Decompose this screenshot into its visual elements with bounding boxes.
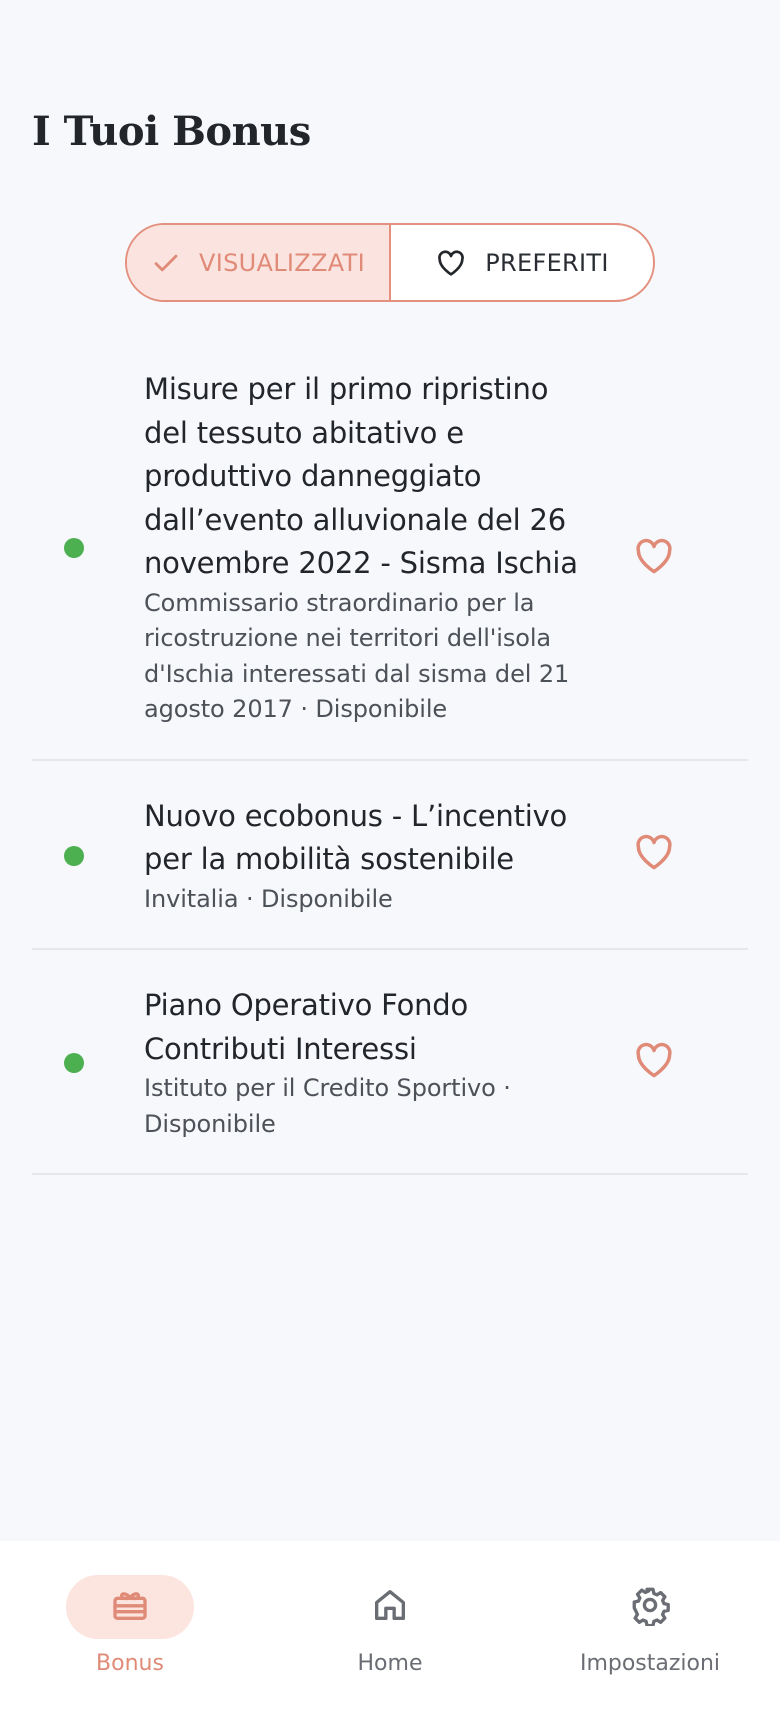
app-screen: I Tuoi Bonus VISUALIZZATI PREFERITI Misu… [0,0,780,1733]
heart-icon [632,830,676,878]
nav-home[interactable]: Home [260,1541,520,1733]
item-title: Piano Operativo Fondo Contributi Interes… [144,988,469,1066]
heart-icon [632,1038,676,1086]
view-toggle: VISUALIZZATI PREFERITI [125,223,655,302]
gift-icon [110,1585,150,1629]
item-subtitle: Commissario straordinario per la ricostr… [144,588,570,724]
page-title: I Tuoi Bonus [32,108,311,155]
item-subtitle: Invitalia · Disponibile [144,884,393,913]
nav-impostazioni[interactable]: Impostazioni [520,1541,780,1733]
favorite-button[interactable] [632,536,676,580]
tab-visualizzati-label: VISUALIZZATI [199,248,365,277]
tab-visualizzati[interactable]: VISUALIZZATI [127,225,391,300]
status-dot [64,1053,84,1073]
nav-impostazioni-label: Impostazioni [579,1651,721,1676]
nav-indicator [326,1575,454,1639]
bottom-navigation: Bonus Home Impostazioni [0,1541,780,1733]
status-dot [64,845,84,866]
nav-indicator [586,1575,714,1639]
nav-home-label: Home [357,1651,423,1676]
item-title: Nuovo ecobonus - L’incentivo per la mobi… [144,798,568,877]
bonus-list: Misure per il primo ripristino del tessu… [32,358,748,1175]
heart-outline-icon [435,247,467,279]
nav-bonus[interactable]: Bonus [0,1541,260,1733]
status-dot [64,537,84,558]
tab-preferiti-label: PREFERITI [485,248,609,277]
gear-icon [629,1584,671,1630]
item-subtitle: Istituto per il Credito Sportivo · Dispo… [144,1074,511,1138]
item-title: Misure per il primo ripristino del tessu… [144,372,578,580]
check-icon [151,248,181,278]
home-icon [370,1585,410,1629]
nav-indicator [66,1575,194,1639]
favorite-button[interactable] [632,1040,676,1084]
nav-bonus-label: Bonus [96,1651,164,1676]
heart-icon [632,534,676,582]
list-item[interactable]: Piano Operativo Fondo Contributi Interes… [32,950,748,1175]
tab-preferiti[interactable]: PREFERITI [391,225,653,300]
favorite-button[interactable] [632,832,676,876]
list-item[interactable]: Misure per il primo ripristino del tessu… [32,358,748,761]
list-item[interactable]: Nuovo ecobonus - L’incentivo per la mobi… [32,761,748,950]
